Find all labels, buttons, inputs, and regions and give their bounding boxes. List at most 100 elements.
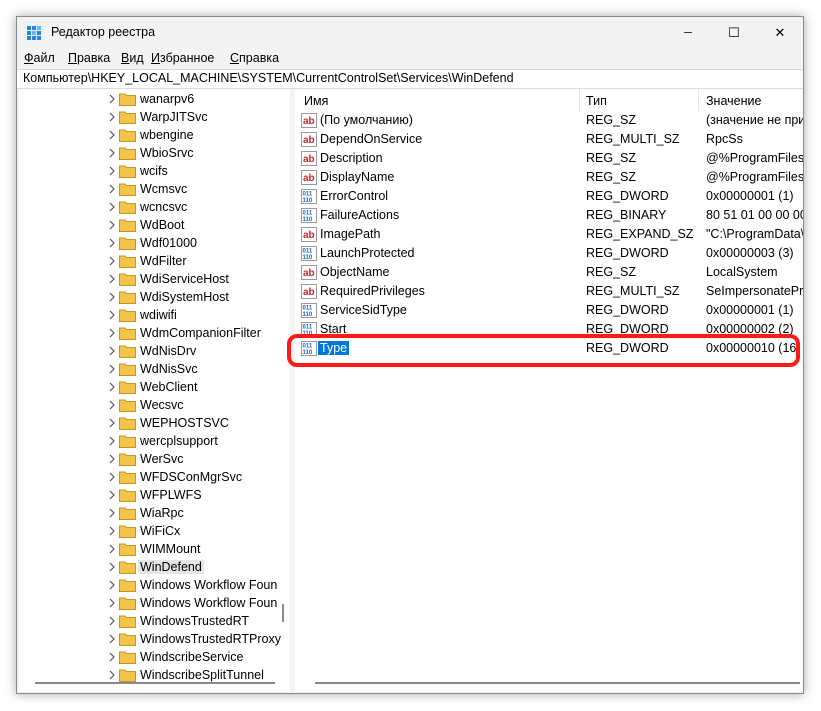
column-separator[interactable] [579, 89, 580, 111]
chevron-right-icon[interactable] [107, 670, 117, 680]
value-row[interactable]: ab (По умолчанию) REG_SZ (значение не присв… [295, 111, 803, 130]
value-row[interactable]: ab DependOnService REG_MULTI_SZ RpcSs [295, 130, 803, 149]
tree-item[interactable]: WindowsTrustedRT [19, 612, 279, 630]
chevron-right-icon[interactable] [107, 382, 117, 392]
tree-item[interactable]: WiaRpc [19, 504, 279, 522]
menu-edit[interactable]: Правка [68, 51, 110, 65]
chevron-right-icon[interactable] [107, 130, 117, 140]
tree-item[interactable]: WarpJITSvc [19, 108, 279, 126]
chevron-right-icon[interactable] [107, 472, 117, 482]
values-list-pane[interactable]: Имя Тип Значение ab (По умолчанию) REG_SZ (… [295, 89, 803, 692]
tree-item[interactable]: WerSvc [19, 450, 279, 468]
value-row[interactable]: 011 110 FailureActions REG_BINARY 80 51 01 0… [295, 206, 803, 225]
chevron-right-icon[interactable] [107, 544, 117, 554]
chevron-right-icon[interactable] [107, 112, 117, 122]
menu-help[interactable]: Справка [230, 51, 279, 65]
menu-file[interactable]: Файл [24, 51, 55, 65]
value-row[interactable]: 011 110 LaunchProtected REG_DWORD 0x00000003… [295, 244, 803, 263]
tree-item[interactable]: wcncsvc [19, 198, 279, 216]
chevron-right-icon[interactable] [107, 490, 117, 500]
value-row[interactable]: ab ImagePath REG_EXPAND_SZ "C:\ProgramData\… [295, 225, 803, 244]
tree-item[interactable]: wdiwifi [19, 306, 279, 324]
chevron-right-icon[interactable] [107, 508, 117, 518]
chevron-right-icon[interactable] [107, 148, 117, 158]
chevron-right-icon[interactable] [107, 184, 117, 194]
chevron-right-icon[interactable] [107, 238, 117, 248]
chevron-right-icon[interactable] [107, 454, 117, 464]
tree-item[interactable]: WbioSrvc [19, 144, 279, 162]
tree-item[interactable]: wercplsupport [19, 432, 279, 450]
chevron-right-icon[interactable] [107, 562, 117, 572]
column-separator[interactable] [698, 89, 699, 111]
tree-item-label: wdiwifi [140, 308, 177, 322]
tree-item[interactable]: Wecsvc [19, 396, 279, 414]
tree-item[interactable]: WdBoot [19, 216, 279, 234]
tree-item[interactable]: Windows Workflow Foun [19, 594, 279, 612]
address-bar[interactable]: Компьютер\HKEY_LOCAL_MACHINE\SYSTEM\Curr… [17, 69, 803, 89]
value-row[interactable]: ab DisplayName REG_SZ @%ProgramFiles%\Windo… [295, 168, 803, 187]
column-name[interactable]: Имя [304, 94, 328, 108]
tree-item[interactable]: wbengine [19, 126, 279, 144]
chevron-right-icon[interactable] [107, 418, 117, 428]
chevron-right-icon[interactable] [107, 580, 117, 590]
chevron-right-icon[interactable] [107, 256, 117, 266]
value-row[interactable]: 011 110 ErrorControl REG_DWORD 0x00000001 (1… [295, 187, 803, 206]
tree-item[interactable]: Wcmsvc [19, 180, 279, 198]
title-bar[interactable]: Редактор реестра ─ ☐ ✕ [17, 17, 803, 49]
key-tree-pane[interactable]: wanarpv6 WarpJITSvc wbengine WbioSrvc wcifs W… [19, 89, 290, 692]
chevron-right-icon[interactable] [107, 400, 117, 410]
tree-item[interactable]: wcifs [19, 162, 279, 180]
menu-favorites[interactable]: Избранное [151, 51, 214, 65]
value-row[interactable]: ab ObjectName REG_SZ LocalSystem [295, 263, 803, 282]
value-row[interactable]: ab RequiredPrivileges REG_MULTI_SZ SeImpers… [295, 282, 803, 301]
tree-item[interactable]: WdmCompanionFilter [19, 324, 279, 342]
tree-vertical-scrollbar[interactable] [282, 604, 284, 622]
menu-view[interactable]: Вид [121, 51, 144, 65]
tree-item[interactable]: WindscribeService [19, 648, 279, 666]
chevron-right-icon[interactable] [107, 634, 117, 644]
svg-text:011: 011 [303, 325, 313, 331]
tree-horizontal-scrollbar[interactable] [35, 682, 275, 684]
tree-item[interactable]: WdNisDrv [19, 342, 279, 360]
minimize-button[interactable]: ─ [665, 17, 711, 49]
tree-item[interactable]: WEPHOSTSVC [19, 414, 279, 432]
chevron-right-icon[interactable] [107, 202, 117, 212]
tree-item[interactable]: Wdf01000 [19, 234, 279, 252]
chevron-right-icon[interactable] [107, 166, 117, 176]
tree-item[interactable]: WFPLWFS [19, 486, 279, 504]
tree-item[interactable]: WIMMount [19, 540, 279, 558]
tree-item[interactable]: WebClient [19, 378, 279, 396]
close-button[interactable]: ✕ [757, 17, 803, 49]
chevron-right-icon[interactable] [107, 598, 117, 608]
chevron-right-icon[interactable] [107, 94, 117, 104]
maximize-button[interactable]: ☐ [711, 17, 757, 49]
tree-item[interactable]: WdiSystemHost [19, 288, 279, 306]
tree-item[interactable]: WdFilter [19, 252, 279, 270]
value-row[interactable]: 011 110 ServiceSidType REG_DWORD 0x00000001 … [295, 301, 803, 320]
chevron-right-icon[interactable] [107, 292, 117, 302]
chevron-right-icon[interactable] [107, 616, 117, 626]
value-row[interactable]: ab Description REG_SZ @%ProgramFiles%\Windo… [295, 149, 803, 168]
tree-item[interactable]: WinDefend [19, 558, 279, 576]
tree-item[interactable]: Windows Workflow Foun [19, 576, 279, 594]
column-type[interactable]: Тип [586, 94, 607, 108]
chevron-right-icon[interactable] [107, 364, 117, 374]
chevron-right-icon[interactable] [107, 436, 117, 446]
address-path[interactable]: Компьютер\HKEY_LOCAL_MACHINE\SYSTEM\Curr… [23, 71, 514, 85]
chevron-right-icon[interactable] [107, 310, 117, 320]
chevron-right-icon[interactable] [107, 652, 117, 662]
chevron-right-icon[interactable] [107, 220, 117, 230]
chevron-right-icon[interactable] [107, 346, 117, 356]
menu-edit-accesskey: П [68, 51, 77, 65]
chevron-right-icon[interactable] [107, 274, 117, 284]
chevron-right-icon[interactable] [107, 526, 117, 536]
list-horizontal-scrollbar[interactable] [315, 682, 800, 684]
chevron-right-icon[interactable] [107, 328, 117, 338]
tree-item[interactable]: wanarpv6 [19, 90, 279, 108]
tree-item[interactable]: WdNisSvc [19, 360, 279, 378]
tree-item[interactable]: WiFiCx [19, 522, 279, 540]
tree-item[interactable]: WFDSConMgrSvc [19, 468, 279, 486]
tree-item[interactable]: WindowsTrustedRTProxy [19, 630, 281, 648]
column-data[interactable]: Значение [706, 94, 761, 108]
tree-item[interactable]: WdiServiceHost [19, 270, 279, 288]
